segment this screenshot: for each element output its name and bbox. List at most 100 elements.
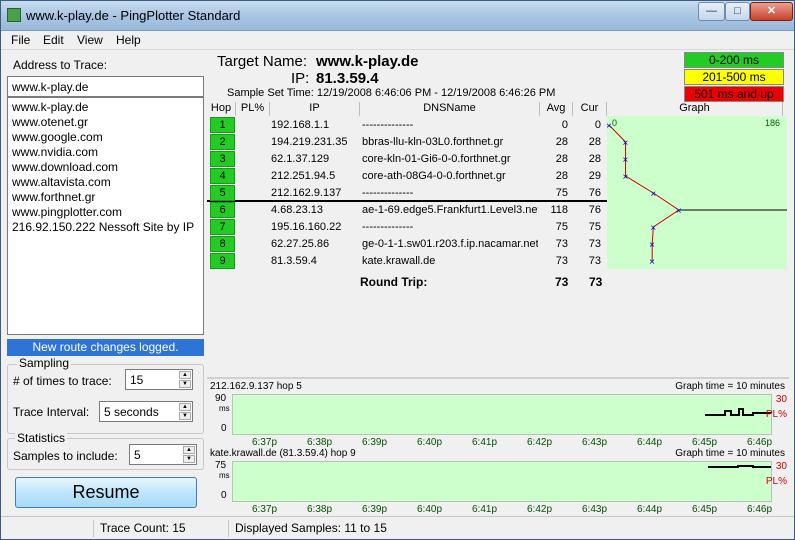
hop-cell: 6 bbox=[210, 202, 235, 218]
chart2-y-zero: 0 bbox=[221, 490, 227, 501]
col-graph[interactable]: Graph bbox=[607, 102, 783, 116]
avg-cell: 28 bbox=[555, 170, 568, 182]
table-row[interactable]: 8 62.27.25.86 ge-0-1-1.sw01.r203.f.ip.naca… bbox=[207, 236, 607, 253]
chart1-y-unit: ms bbox=[219, 404, 230, 413]
chart2-title: kate.krawall.de (81.3.59.4) hop 9 bbox=[210, 448, 356, 459]
avg-cell: 28 bbox=[555, 153, 568, 165]
table-row[interactable]: 7 195.16.160.22 -------------- 75 75 bbox=[207, 219, 607, 236]
menu-help[interactable]: Help bbox=[116, 33, 141, 47]
trace-interval-select[interactable]: 5 seconds ▲ ▼ bbox=[99, 401, 193, 422]
list-item[interactable]: 216.92.150.222 Nessoft Site by IP bbox=[12, 220, 199, 235]
cur-cell: 28 bbox=[588, 153, 601, 165]
round-trip-avg: 73 bbox=[555, 275, 569, 289]
app-icon bbox=[7, 8, 21, 22]
stepper-down-icon[interactable]: ▼ bbox=[179, 380, 191, 388]
list-item[interactable]: www.otenet.gr bbox=[12, 115, 199, 130]
chart1-title: 212.162.9.137 hop 5 bbox=[210, 381, 302, 392]
list-item[interactable]: www.download.com bbox=[12, 160, 199, 175]
ip-cell: 194.219.231.35 bbox=[271, 136, 348, 148]
col-avg[interactable]: Avg bbox=[540, 102, 573, 116]
menu-edit[interactable]: Edit bbox=[43, 33, 64, 47]
route-change-notice[interactable]: New route changes logged. bbox=[7, 339, 204, 356]
title-bar[interactable]: www.k-play.de - PingPlotter Standard — □… bbox=[1, 1, 794, 31]
list-item[interactable]: www.google.com bbox=[12, 130, 199, 145]
hop-cell: 3 bbox=[210, 151, 235, 167]
table-row[interactable]: 3 62.1.37.129 core-kln-01-Gi6-0-0.forthnet… bbox=[207, 151, 607, 168]
trace-pane: Target Name: www.k-play.de IP: 81.3.59.4… bbox=[207, 50, 789, 515]
chart1-plot bbox=[232, 394, 772, 435]
cur-cell: 29 bbox=[588, 170, 601, 182]
chart2-plot bbox=[232, 461, 772, 502]
hop-cell: 7 bbox=[210, 219, 235, 235]
address-input[interactable]: www.k-play.de bbox=[7, 76, 204, 97]
window-title: www.k-play.de - PingPlotter Standard bbox=[26, 8, 241, 23]
round-trip-label: Round Trip: bbox=[360, 275, 428, 289]
target-name: www.k-play.de bbox=[316, 53, 419, 70]
dns-cell: ge-0-1-1.sw01.r203.f.ip.nacamar.net bbox=[362, 238, 538, 250]
timeline-tick: 6:42p bbox=[527, 504, 553, 515]
splitter[interactable] bbox=[207, 377, 789, 379]
samples-stepper[interactable]: 5 ▲ ▼ bbox=[129, 444, 197, 465]
stepper-up-icon[interactable]: ▲ bbox=[183, 446, 195, 454]
resume-button[interactable]: Resume bbox=[15, 477, 197, 508]
times-to-trace-stepper[interactable]: 15 ▲ ▼ bbox=[125, 369, 193, 390]
legend-yellow: 201-500 ms bbox=[684, 69, 784, 85]
list-item[interactable]: www.altavista.com bbox=[12, 175, 199, 190]
col-ip[interactable]: IP bbox=[270, 102, 360, 116]
avg-cell: 73 bbox=[555, 255, 568, 267]
samples-label: Samples to include: bbox=[13, 449, 118, 463]
status-bar: Trace Count: 15 Displayed Samples: 11 to… bbox=[1, 516, 794, 539]
cur-cell: 73 bbox=[588, 238, 601, 250]
table-row[interactable]: 4 212.251.94.5 core-ath-08G4-0-0.forthnet.… bbox=[207, 168, 607, 185]
sample-set-time: Sample Set Time: 12/19/2008 6:46:06 PM -… bbox=[227, 87, 556, 99]
timeline-tick: 6:46p bbox=[747, 437, 773, 448]
dns-cell: ae-1-69.edge5.Frankfurt1.Level3.net bbox=[362, 204, 538, 216]
hop-cell: 2 bbox=[210, 134, 235, 150]
list-item[interactable]: www.nvidia.com bbox=[12, 145, 199, 160]
list-item[interactable]: www.pingplotter.com bbox=[12, 205, 199, 220]
cur-cell: 73 bbox=[588, 255, 601, 267]
col-dnsname[interactable]: DNSName bbox=[360, 102, 540, 116]
timeline-tick: 6:44p bbox=[637, 504, 663, 515]
col-hop[interactable]: Hop bbox=[207, 102, 236, 116]
address-history-list[interactable]: www.k-play.de www.otenet.gr www.google.c… bbox=[7, 97, 204, 335]
hop-marker: × bbox=[623, 138, 629, 149]
dns-cell: -------------- bbox=[362, 187, 414, 199]
ip-cell: 195.16.160.22 bbox=[271, 221, 342, 233]
table-row[interactable]: 6 4.68.23.13 ae-1-69.edge5.Frankfurt1.Leve… bbox=[207, 202, 607, 219]
table-row[interactable]: 1 192.168.1.1 -------------- 0 0 bbox=[207, 117, 607, 134]
ip-value: 81.3.59.4 bbox=[316, 70, 379, 87]
stepper-down-icon[interactable]: ▼ bbox=[183, 455, 195, 463]
maximize-button[interactable]: □ bbox=[725, 2, 750, 21]
hop-marker: × bbox=[607, 121, 612, 132]
chart1-pl-top: 30 bbox=[775, 394, 787, 405]
sampling-title: Sampling bbox=[17, 356, 72, 370]
ip-cell: 212.251.94.5 bbox=[271, 170, 336, 182]
hop-marker: × bbox=[649, 240, 655, 251]
table-row[interactable]: 2 194.219.231.35 bbras-llu-kln-03L0.forthn… bbox=[207, 134, 607, 151]
avg-cell: 73 bbox=[555, 238, 568, 250]
table-row[interactable]: 5 212.162.9.137 -------------- 75 76 bbox=[207, 185, 607, 202]
menu-file[interactable]: File bbox=[11, 33, 30, 47]
col-pl[interactable]: PL% bbox=[236, 102, 270, 116]
hop9-timeline-chart[interactable]: kate.krawall.de (81.3.59.4) hop 9 Graph … bbox=[207, 448, 789, 526]
minimize-button[interactable]: — bbox=[698, 2, 725, 21]
latency-graph[interactable]: 0 186 × × × × × × × × × bbox=[606, 116, 787, 269]
stepper-up-icon[interactable]: ▲ bbox=[179, 403, 191, 411]
menu-view[interactable]: View bbox=[77, 33, 103, 47]
list-item[interactable]: www.k-play.de bbox=[12, 100, 199, 115]
dns-cell: -------------- bbox=[362, 119, 414, 131]
dns-cell: core-ath-08G4-0-0.forthnet.gr bbox=[362, 170, 506, 182]
app-window: www.k-play.de - PingPlotter Standard — □… bbox=[0, 0, 795, 540]
timeline-tick: 6:38p bbox=[307, 437, 333, 448]
list-item[interactable]: www.forthnet.gr bbox=[12, 190, 199, 205]
stepper-up-icon[interactable]: ▲ bbox=[179, 371, 191, 379]
close-button[interactable]: ✕ bbox=[750, 2, 793, 21]
timeline-tick: 6:39p bbox=[362, 437, 388, 448]
table-row[interactable]: 9 81.3.59.4 kate.krawall.de 73 73 bbox=[207, 253, 607, 270]
col-cur[interactable]: Cur bbox=[573, 102, 607, 116]
ip-cell: 62.1.37.129 bbox=[271, 153, 330, 165]
legend-green: 0-200 ms bbox=[684, 52, 784, 68]
stepper-down-icon[interactable]: ▼ bbox=[179, 412, 191, 420]
chart2-pl-unit: PL% bbox=[765, 476, 787, 487]
